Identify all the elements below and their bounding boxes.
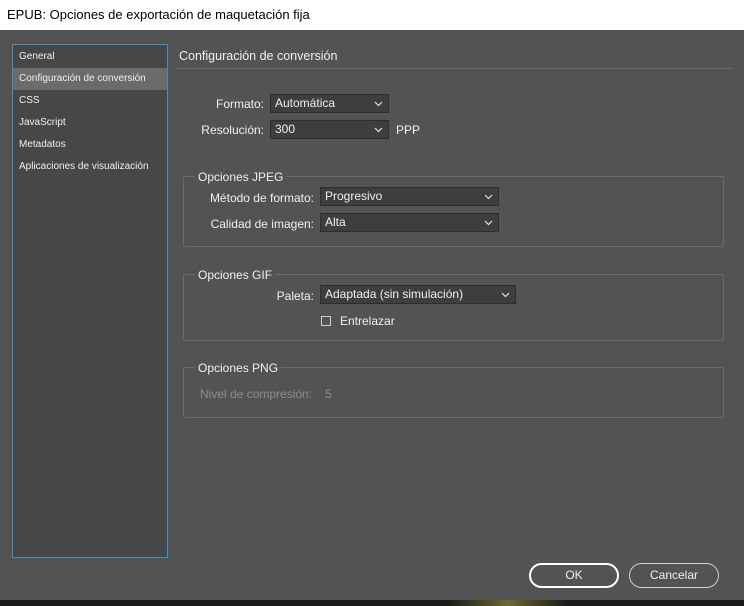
sidebar-item-label: JavaScript (19, 117, 66, 128)
sidebar-item-label: Metadatos (19, 139, 66, 150)
sidebar-item-label: General (19, 51, 55, 62)
chevron-down-icon (484, 194, 493, 200)
entrelazar-checkbox[interactable] (321, 316, 331, 326)
paleta-select[interactable]: Adaptada (sin simulación) (320, 285, 516, 304)
paleta-label: Paleta: (276, 289, 314, 303)
metodo-formato-select[interactable]: Progresivo (320, 187, 499, 206)
ok-button-label: OK (565, 568, 583, 582)
chevron-down-icon (484, 220, 493, 226)
nivel-compresion-value: 5 (325, 387, 332, 401)
metodo-formato-value: Progresivo (325, 189, 383, 203)
cancel-button-label: Cancelar (649, 568, 699, 582)
entrelazar-label[interactable]: Entrelazar (340, 314, 395, 328)
sidebar-item-css[interactable]: CSS (13, 90, 167, 112)
section-title: Configuración de conversión (179, 49, 338, 63)
formato-value: Automática (275, 96, 336, 110)
resolucion-combobox[interactable]: 300 (270, 120, 389, 139)
sidebar-item-metadatos[interactable]: Metadatos (13, 134, 167, 156)
calidad-imagen-select[interactable]: Alta (320, 213, 499, 232)
resolucion-label: Resolución: (201, 123, 264, 137)
gif-group-title: Opciones GIF (195, 268, 276, 282)
sidebar-item-label: CSS (19, 95, 40, 106)
jpeg-group-title: Opciones JPEG (195, 170, 287, 184)
nivel-compresion-label: Nivel de compresión: (200, 387, 313, 401)
calidad-imagen-label: Calidad de imagen: (210, 217, 314, 231)
formato-select[interactable]: Automática (270, 94, 389, 113)
window-bottom-edge (0, 600, 744, 606)
formato-label: Formato: (215, 97, 264, 111)
paleta-value: Adaptada (sin simulación) (325, 287, 464, 301)
taskbar-glimpse (448, 600, 568, 606)
resolucion-unit: PPP (396, 123, 421, 137)
sidebar-item-label: Configuración de conversión (19, 73, 146, 84)
chevron-down-icon (501, 292, 510, 298)
chevron-down-icon (374, 101, 383, 107)
window-title: EPUB: Opciones de exportación de maqueta… (7, 7, 310, 22)
sidebar-item-general[interactable]: General (13, 46, 167, 68)
ok-button[interactable]: OK (529, 563, 619, 588)
section-divider (176, 68, 732, 69)
png-group-title: Opciones PNG (195, 361, 282, 375)
sidebar-item-configuracion-conversion[interactable]: Configuración de conversión (13, 68, 167, 90)
window-titlebar: EPUB: Opciones de exportación de maqueta… (0, 0, 744, 30)
sidebar-item-aplicaciones-visualizacion[interactable]: Aplicaciones de visualización (13, 156, 167, 178)
sidebar-item-label: Aplicaciones de visualización (19, 161, 149, 172)
calidad-imagen-value: Alta (325, 215, 346, 229)
metodo-formato-label: Método de formato: (209, 191, 314, 205)
resolucion-value: 300 (275, 122, 296, 136)
sidebar-item-javascript[interactable]: JavaScript (13, 112, 167, 134)
chevron-down-icon (374, 127, 383, 133)
cancel-button[interactable]: Cancelar (629, 563, 719, 588)
sidebar: General Configuración de conversión CSS … (12, 44, 168, 558)
